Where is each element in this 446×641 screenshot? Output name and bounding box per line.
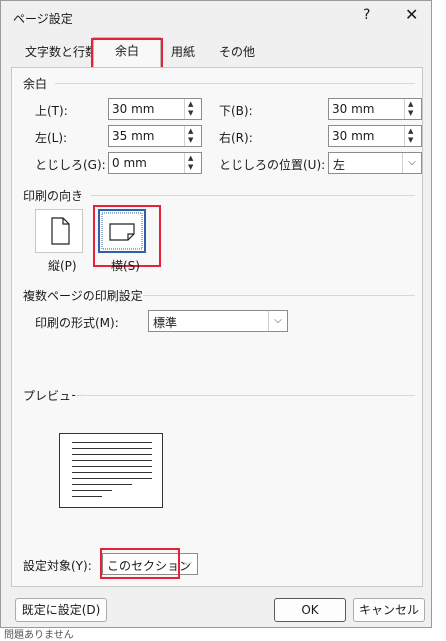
right-margin-label: 右(R): — [219, 131, 253, 145]
gutter-position-label: とじしろの位置(U): — [219, 158, 326, 172]
help-button[interactable]: ? — [363, 7, 370, 23]
portrait-button[interactable] — [35, 209, 83, 253]
apply-to-highlight — [100, 548, 180, 579]
apply-to-label: 設定対象(Y): — [23, 559, 92, 573]
set-default-button[interactable]: 既定に設定(D) — [15, 598, 107, 622]
preview-page — [59, 433, 163, 508]
top-margin-label: 上(T): — [35, 104, 68, 118]
pages-heading: 複数ページの印刷設定 — [23, 289, 143, 303]
print-format-value: 標準 — [153, 316, 178, 330]
spin-up-icon[interactable]: ▲ — [188, 154, 193, 162]
background-document-strip — [433, 0, 446, 638]
dialog-title: ページ設定 — [13, 12, 73, 26]
chevron-down-icon[interactable]: ⌵ — [178, 554, 197, 574]
right-margin-value: 30 mm — [332, 129, 375, 143]
gutter-spinner[interactable]: 0 mm ▲ ▼ — [108, 152, 202, 174]
top-margin-value: 30 mm — [112, 102, 155, 116]
preview-heading: プレビュー — [23, 389, 84, 403]
preview-separator — [75, 395, 415, 396]
gutter-position-value: 左 — [333, 158, 346, 172]
spin-up-icon[interactable]: ▲ — [408, 127, 413, 135]
margins-separator — [55, 83, 415, 84]
bottom-margin-value: 30 mm — [332, 102, 375, 116]
spin-up-icon[interactable]: ▲ — [188, 100, 193, 108]
landscape-label: 横(S) — [111, 259, 140, 273]
page-setup-dialog: ページ設定 ? ✕ 文字数と行数 余白 用紙 その他 余白 上(T): 30 m… — [0, 0, 432, 628]
spin-down-icon[interactable]: ▼ — [188, 163, 193, 171]
left-margin-label: 左(L): — [35, 131, 68, 145]
gutter-value: 0 mm — [112, 156, 147, 170]
background-text: 問題ありません — [4, 630, 74, 641]
bottom-margin-spinner[interactable]: 30 mm ▲ ▼ — [328, 98, 422, 120]
gutter-position-select[interactable]: 左 ⌵ — [328, 152, 422, 174]
spin-down-icon[interactable]: ▼ — [188, 136, 193, 144]
portrait-label: 縦(P) — [48, 259, 77, 273]
close-button[interactable]: ✕ — [405, 5, 418, 24]
bottom-margin-label: 下(B): — [219, 104, 253, 118]
spin-down-icon[interactable]: ▼ — [408, 109, 413, 117]
orientation-heading: 印刷の向き — [23, 189, 84, 203]
orientation-separator — [91, 195, 415, 196]
background-document-bottom: 問題ありません — [0, 628, 446, 641]
ok-button[interactable]: OK — [274, 598, 346, 622]
chevron-down-icon[interactable]: ⌵ — [268, 311, 287, 331]
right-margin-spinner[interactable]: 30 mm ▲ ▼ — [328, 125, 422, 147]
tab-highlight — [91, 38, 163, 69]
top-margin-spinner[interactable]: 30 mm ▲ ▼ — [108, 98, 202, 120]
spin-down-icon[interactable]: ▼ — [408, 136, 413, 144]
margins-heading: 余白 — [23, 77, 48, 91]
pages-separator — [143, 295, 415, 296]
print-format-label: 印刷の形式(M): — [35, 316, 119, 330]
left-margin-spinner[interactable]: 35 mm ▲ ▼ — [108, 125, 202, 147]
portrait-page-icon — [51, 217, 70, 245]
spin-up-icon[interactable]: ▲ — [408, 100, 413, 108]
chevron-down-icon[interactable]: ⌵ — [402, 153, 421, 173]
tab-paper[interactable]: 用紙 — [163, 39, 203, 67]
gutter-label: とじしろ(G): — [35, 158, 106, 172]
left-margin-value: 35 mm — [112, 129, 155, 143]
print-format-select[interactable]: 標準 ⌵ — [148, 310, 288, 332]
tab-other[interactable]: その他 — [211, 39, 263, 67]
cancel-button[interactable]: キャンセル — [353, 598, 425, 622]
spin-up-icon[interactable]: ▲ — [188, 127, 193, 135]
spin-down-icon[interactable]: ▼ — [188, 109, 193, 117]
